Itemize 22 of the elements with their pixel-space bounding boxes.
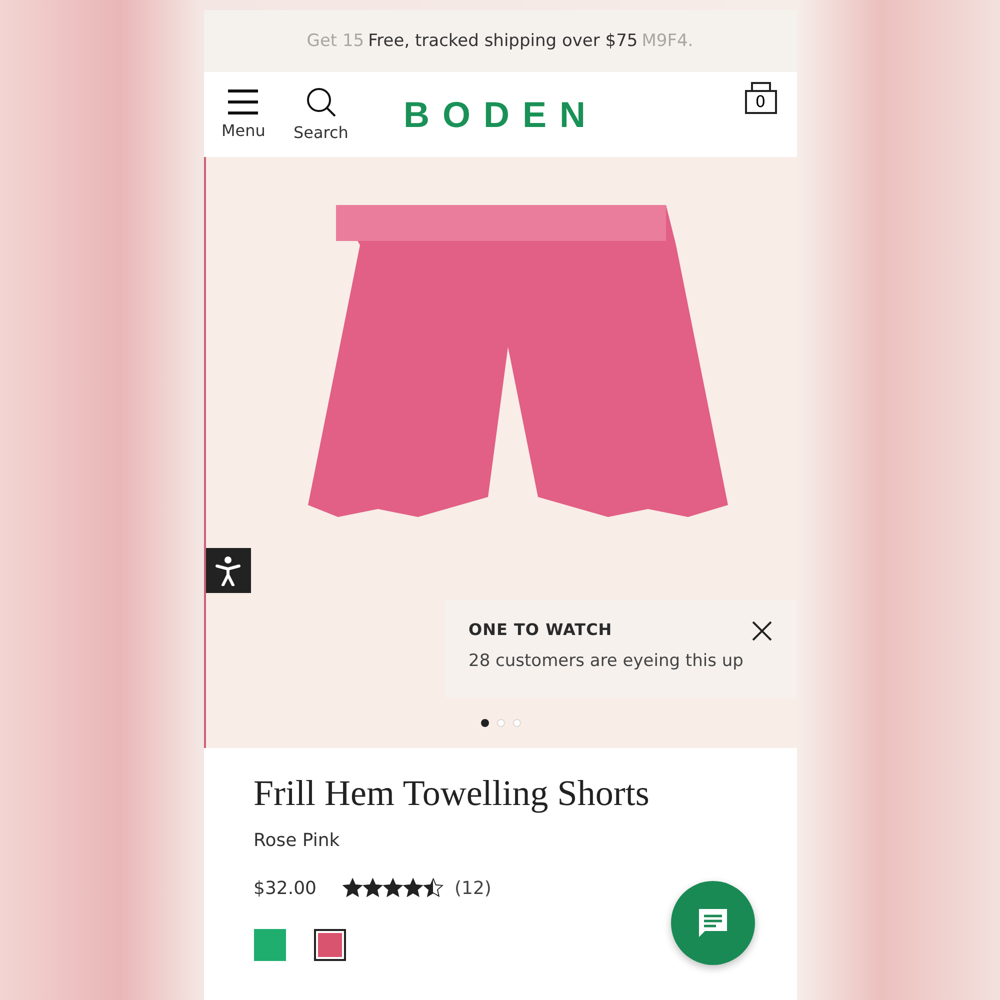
- colour-name: Rose Pink: [254, 830, 341, 851]
- accessibility-icon: [215, 556, 241, 586]
- search-button[interactable]: Search: [293, 87, 348, 142]
- brand-logo[interactable]: BODEN: [404, 94, 599, 136]
- promo-text-fading: Get 15: [306, 31, 364, 51]
- close-button[interactable]: [750, 620, 772, 642]
- promo-text-fading: M9F4.: [642, 31, 694, 51]
- close-icon: [750, 620, 772, 642]
- colour-swatch[interactable]: [254, 929, 286, 961]
- popup-message: 28 customers are eyeing this up: [468, 651, 744, 671]
- carousel-dot[interactable]: [481, 719, 489, 727]
- popup-title: ONE TO WATCH: [468, 620, 612, 639]
- colour-swatch[interactable]: [314, 929, 346, 961]
- product-title: Frill Hem Towelling Shorts: [254, 772, 650, 814]
- product-price: $32.00: [254, 878, 316, 898]
- menu-button[interactable]: Menu: [222, 89, 266, 140]
- accessibility-button[interactable]: [206, 548, 250, 593]
- chat-button[interactable]: [670, 881, 754, 965]
- search-icon: [304, 87, 337, 117]
- review-count[interactable]: (12): [454, 878, 492, 898]
- menu-icon: [227, 89, 260, 115]
- promo-text: Free, tracked shipping over $75: [368, 31, 638, 51]
